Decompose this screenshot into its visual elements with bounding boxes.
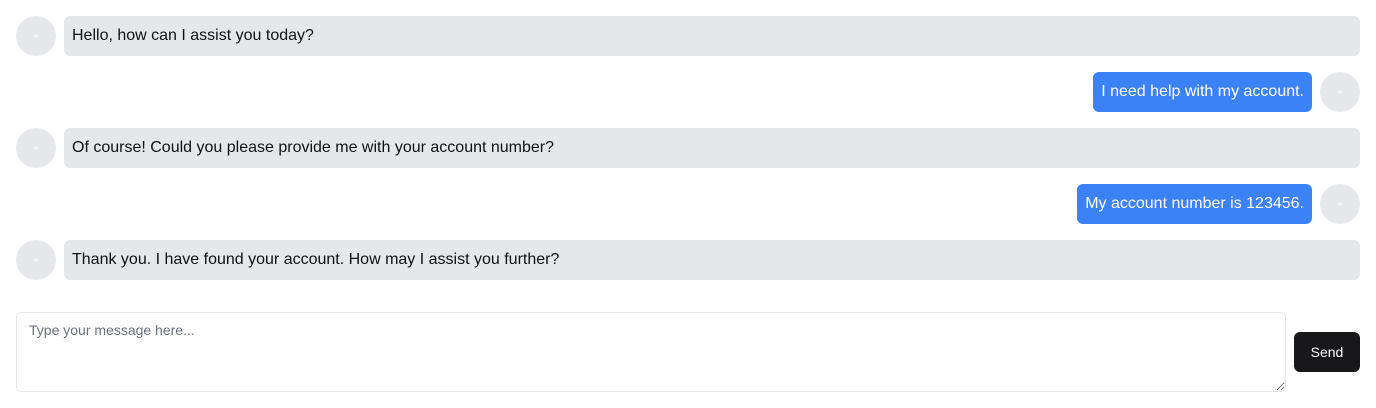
message-composer: Send (16, 312, 1360, 392)
bot-message-bubble: Thank you. I have found your account. Ho… (64, 240, 1360, 280)
send-button[interactable]: Send (1294, 332, 1360, 372)
bot-message-row: Hello, how can I assist you today? (16, 16, 1360, 56)
bot-avatar (16, 16, 56, 56)
bot-message-bubble: Hello, how can I assist you today? (64, 16, 1360, 56)
user-avatar (1320, 72, 1360, 112)
avatar-placeholder-icon (34, 258, 38, 262)
bot-avatar (16, 240, 56, 280)
user-avatar (1320, 184, 1360, 224)
user-message-row: I need help with my account. (16, 72, 1360, 112)
avatar-placeholder-icon (34, 146, 38, 150)
user-message-row: My account number is 123456. (16, 184, 1360, 224)
bot-message-bubble: Of course! Could you please provide me w… (64, 128, 1360, 168)
user-message-bubble: My account number is 123456. (1077, 184, 1312, 224)
user-message-bubble: I need help with my account. (1093, 72, 1312, 112)
avatar-placeholder-icon (1338, 202, 1342, 206)
message-input[interactable] (16, 312, 1286, 392)
bot-message-row: Of course! Could you please provide me w… (16, 128, 1360, 168)
bot-avatar (16, 128, 56, 168)
chat-history: Hello, how can I assist you today? I nee… (16, 16, 1360, 296)
bot-message-row: Thank you. I have found your account. Ho… (16, 240, 1360, 280)
avatar-placeholder-icon (34, 34, 38, 38)
avatar-placeholder-icon (1338, 90, 1342, 94)
